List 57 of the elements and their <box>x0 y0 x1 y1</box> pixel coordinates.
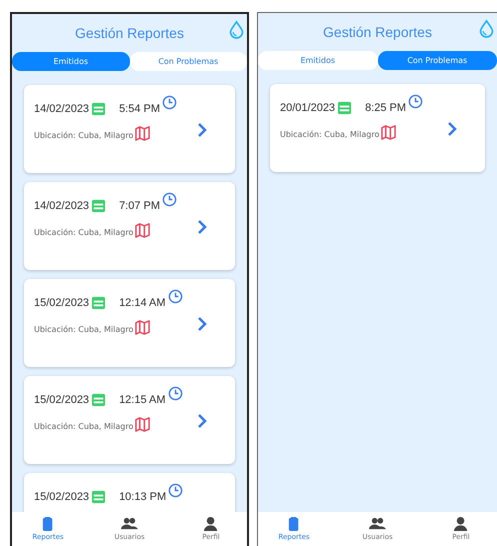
report-time: 8:25 PM <box>365 102 406 114</box>
report-time: 7:07 PM <box>119 200 160 212</box>
clock-icon <box>168 483 184 498</box>
calendar-icon <box>91 198 106 213</box>
map-icon <box>135 417 150 432</box>
person-icon[interactable] <box>202 516 220 532</box>
chevron-right-icon <box>197 123 207 137</box>
clock-icon <box>408 94 424 109</box>
report-card[interactable]: 15/02/2023 12:15 AM Ubicación: Cuba, Milagro <box>24 376 235 464</box>
report-card[interactable]: 20/01/2023 8:25 PM Ubicación: Cuba, Milagro <box>270 84 485 172</box>
report-card[interactable]: 15/02/2023 10:13 PM <box>24 473 235 512</box>
tab[interactable]: Emitidos <box>258 51 378 70</box>
report-date: 15/02/2023 <box>34 296 90 308</box>
report-card[interactable]: 15/02/2023 12:14 AM Ubicación: Cuba, Milagro <box>24 279 235 367</box>
person-icon[interactable] <box>452 516 470 532</box>
clock-icon <box>168 289 183 304</box>
report-location: Ubicación: Cuba, Milagro <box>34 228 134 237</box>
report-location: Ubicación: Cuba, Milagro <box>34 131 134 140</box>
report-date: 20/01/2023 <box>280 102 336 114</box>
clock-icon <box>168 386 183 401</box>
water-drop-icon <box>228 20 245 39</box>
tab[interactable]: Con Problemas <box>130 52 247 71</box>
report-card[interactable]: 14/02/2023 5:54 PM Ubicación: Cuba, Milagro <box>24 85 235 173</box>
report-date: 14/02/2023 <box>34 102 90 114</box>
calendar-icon <box>91 489 106 504</box>
screen-title: Gestión Reportes <box>323 24 432 40</box>
water-drop-icon <box>478 19 495 38</box>
chevron-right-icon <box>197 317 207 331</box>
map-icon <box>135 126 150 141</box>
users-icon[interactable] <box>121 516 138 532</box>
chevron-right-icon <box>197 220 207 234</box>
tab[interactable]: Con Problemas <box>378 51 497 70</box>
tab[interactable]: Emitidos <box>12 52 130 71</box>
report-card[interactable]: 14/02/2023 7:07 PM Ubicación: Cuba, Milagro <box>24 182 235 270</box>
calendar-icon <box>91 295 106 310</box>
report-time: 5:54 PM <box>119 102 160 114</box>
calendar-icon <box>91 392 106 407</box>
report-time: 12:14 AM <box>119 296 166 308</box>
map-icon <box>135 320 150 335</box>
calendar-icon <box>91 101 106 116</box>
report-date: 15/02/2023 <box>34 394 90 406</box>
chevron-right-icon <box>447 122 457 136</box>
users-icon[interactable] <box>369 516 386 532</box>
screen-title: Gestión Reportes <box>75 25 184 41</box>
calendar-icon <box>337 100 352 115</box>
report-time: 12:15 AM <box>119 394 166 406</box>
report-date: 15/02/2023 <box>34 490 90 502</box>
chevron-right-icon <box>197 414 207 428</box>
map-icon <box>135 223 150 238</box>
report-time: 10:13 PM <box>119 490 166 502</box>
report-date: 14/02/2023 <box>34 200 90 212</box>
report-location: Ubicación: Cuba, Milagro <box>34 325 134 334</box>
clock-icon <box>162 192 178 207</box>
map-icon <box>381 125 396 140</box>
report-location: Ubicación: Cuba, Milagro <box>280 130 380 139</box>
report-location: Ubicación: Cuba, Milagro <box>34 422 134 431</box>
clock-icon <box>162 95 178 110</box>
